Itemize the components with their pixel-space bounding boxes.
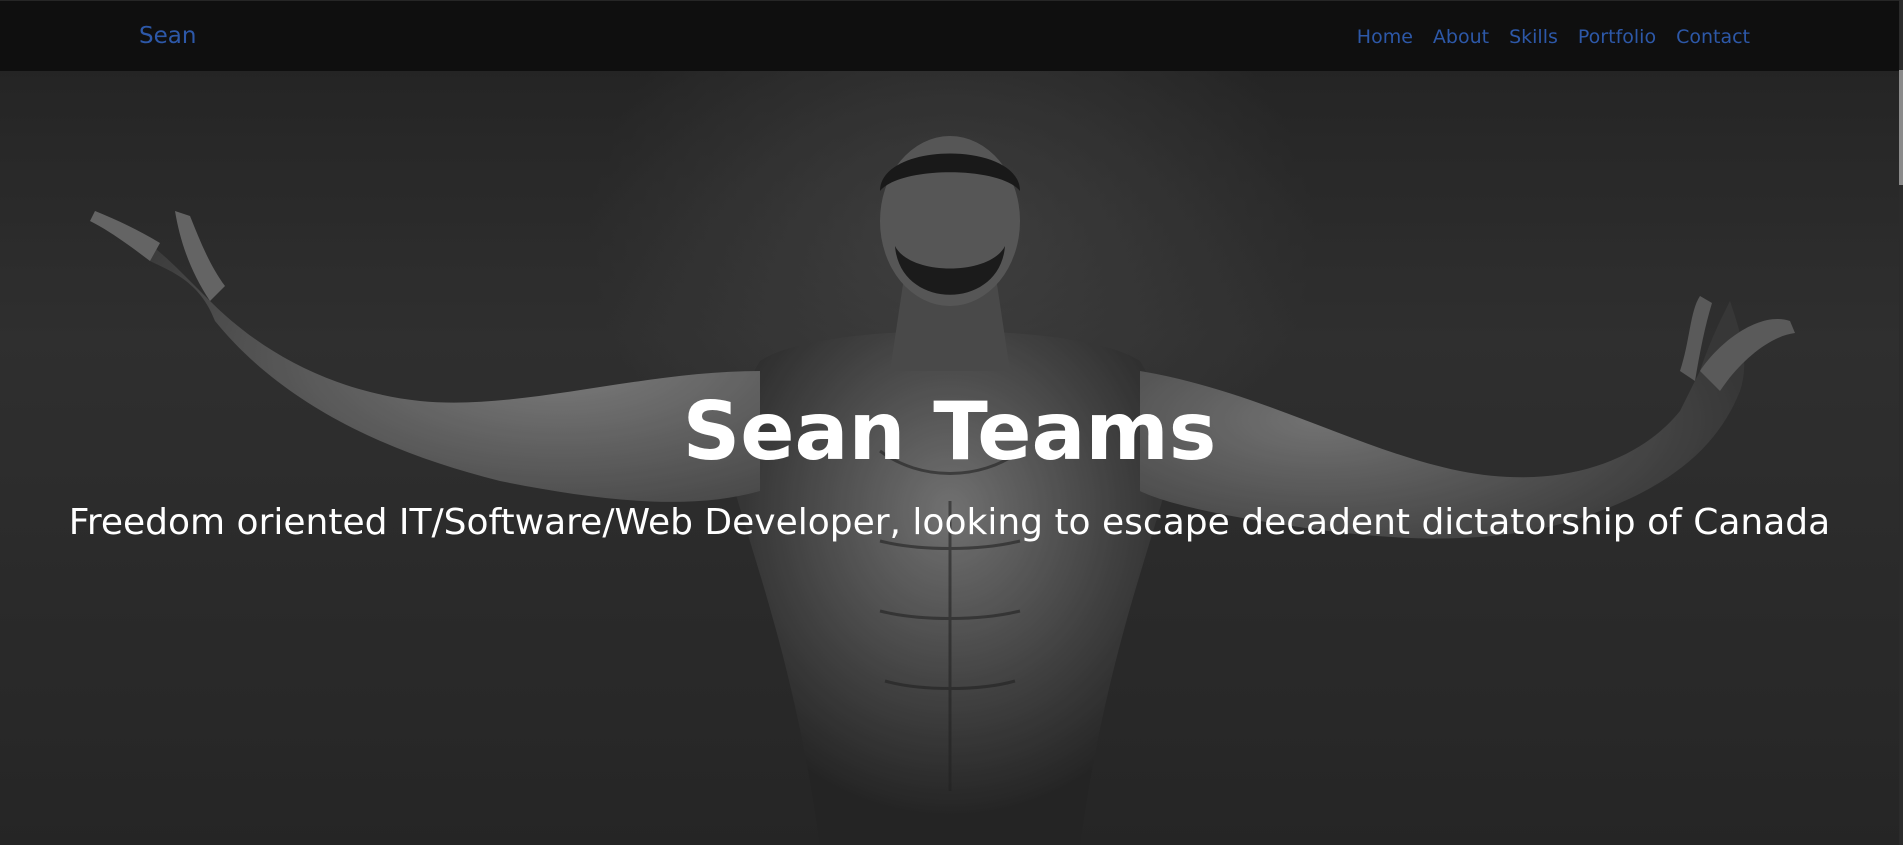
nav-links: Home About Skills Portfolio Contact (1357, 26, 1750, 48)
nav-link-skills[interactable]: Skills (1509, 26, 1558, 48)
navbar: Sean Home About Skills Portfolio Contact (0, 0, 1899, 71)
nav-link-home[interactable]: Home (1357, 26, 1413, 48)
nav-link-portfolio[interactable]: Portfolio (1578, 26, 1656, 48)
hero-subtitle: Freedom oriented IT/Software/Web Develop… (68, 502, 1831, 543)
nav-link-about[interactable]: About (1433, 26, 1489, 48)
scrollbar-thumb[interactable] (1899, 70, 1903, 185)
page: Sean Home About Skills Portfolio Contact… (0, 0, 1903, 845)
nav-link-contact[interactable]: Contact (1676, 26, 1750, 48)
hero-title: Sean Teams (682, 385, 1217, 478)
brand-link[interactable]: Sean (139, 23, 196, 49)
